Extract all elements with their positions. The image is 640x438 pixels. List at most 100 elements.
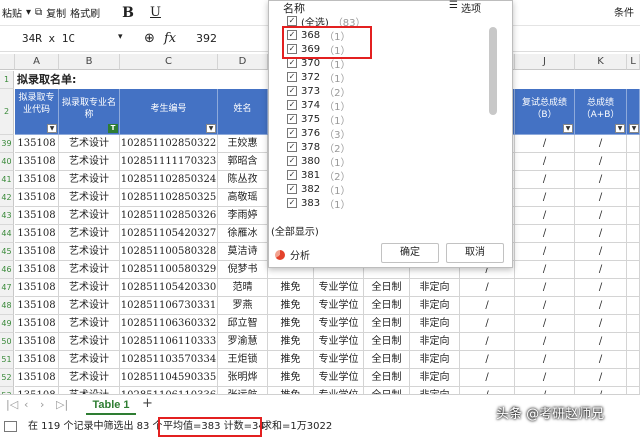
table-cell-j[interactable]: /: [515, 279, 575, 297]
table-cell-k[interactable]: /: [575, 153, 627, 171]
table-cell-h[interactable]: 非定向: [410, 333, 460, 351]
table-cell-k[interactable]: /: [575, 207, 627, 225]
table-cell-e[interactable]: 推免: [268, 351, 314, 369]
table-cell-c[interactable]: 102851100580328: [120, 243, 218, 261]
options-icon[interactable]: ☰: [449, 0, 458, 11]
row-header[interactable]: 39: [0, 135, 14, 153]
table-cell-a[interactable]: 135108: [15, 369, 59, 387]
table-cell-e[interactable]: 推免: [268, 369, 314, 387]
table-cell-k[interactable]: /: [575, 369, 627, 387]
table-cell-b[interactable]: 艺术设计: [59, 333, 120, 351]
col-header-k[interactable]: K: [575, 54, 627, 70]
table-cell-j[interactable]: /: [515, 171, 575, 189]
table-cell-d[interactable]: 倪梦书: [218, 261, 268, 279]
table-cell-b[interactable]: 艺术设计: [59, 225, 120, 243]
checkbox[interactable]: ✓: [287, 142, 297, 152]
table-cell-g[interactable]: 全日制: [364, 333, 410, 351]
checkbox[interactable]: ✓: [287, 16, 297, 26]
table-cell-c[interactable]: 102851100580329: [120, 261, 218, 279]
table-cell-d[interactable]: 邱立智: [218, 315, 268, 333]
table-cell-a[interactable]: 135108: [15, 261, 59, 279]
table-cell-j[interactable]: /: [515, 351, 575, 369]
paste-dropdown-icon[interactable]: ▾: [26, 7, 31, 18]
table-cell-j[interactable]: /: [515, 243, 575, 261]
filter-item[interactable]: ✓ 372 （1）: [287, 70, 350, 85]
table-cell-a[interactable]: 135108: [15, 153, 59, 171]
name-box[interactable]: 34R x 1C: [22, 32, 132, 45]
table-cell-c[interactable]: 102851103570334: [120, 351, 218, 369]
table-cell-a[interactable]: 135108: [15, 189, 59, 207]
filter-dropdown-icon[interactable]: ▼: [629, 124, 639, 133]
table-cell-g[interactable]: 全日制: [364, 315, 410, 333]
table-cell-c[interactable]: 102851106360332: [120, 315, 218, 333]
row-header[interactable]: 44: [0, 225, 14, 243]
filter-dropdown-icon[interactable]: ▼: [206, 124, 216, 133]
table-cell-c[interactable]: 102851111170323: [120, 153, 218, 171]
table-cell-a[interactable]: 135108: [15, 333, 59, 351]
tab-table-1[interactable]: Table 1: [86, 395, 136, 415]
table-cell-l[interactable]: [627, 279, 640, 297]
table-cell-c[interactable]: 102851106110333: [120, 333, 218, 351]
row-header[interactable]: 46: [0, 261, 14, 279]
table-cell-k[interactable]: /: [575, 225, 627, 243]
first-sheet-icon[interactable]: |◁: [6, 398, 18, 411]
table-cell-c[interactable]: 102851102850324: [120, 171, 218, 189]
fx-icon[interactable]: fx: [164, 31, 176, 46]
table-cell-c[interactable]: 102851106730331: [120, 297, 218, 315]
table-cell-i[interactable]: /: [460, 351, 515, 369]
row-header[interactable]: 52: [0, 369, 14, 387]
row-header[interactable]: 51: [0, 351, 14, 369]
paste-button[interactable]: 粘贴: [2, 5, 22, 20]
col-header-c[interactable]: C: [120, 54, 218, 70]
row-header[interactable]: 48: [0, 297, 14, 315]
filter-item[interactable]: ✓ 381 （2）: [287, 168, 350, 183]
table-cell-l[interactable]: [627, 225, 640, 243]
table-cell-l[interactable]: [627, 261, 640, 279]
table-cell-a[interactable]: 135108: [15, 243, 59, 261]
table-cell-h[interactable]: 非定向: [410, 279, 460, 297]
table-cell-k[interactable]: /: [575, 135, 627, 153]
table-cell-a[interactable]: 135108: [15, 225, 59, 243]
last-sheet-icon[interactable]: ▷|: [56, 398, 68, 411]
table-cell-c[interactable]: 102851102850322: [120, 135, 218, 153]
table-cell-d[interactable]: 莫洁诗: [218, 243, 268, 261]
filter-item[interactable]: ✓ 376 （3）: [287, 126, 350, 141]
row-header[interactable]: 40: [0, 153, 14, 171]
table-cell-f[interactable]: 专业学位: [314, 369, 364, 387]
row-header[interactable]: 43: [0, 207, 14, 225]
table-cell-b[interactable]: 艺术设计: [59, 297, 120, 315]
table-cell-l[interactable]: [627, 351, 640, 369]
prev-sheet-icon[interactable]: ‹: [24, 398, 28, 411]
table-cell-j[interactable]: /: [515, 297, 575, 315]
table-cell-i[interactable]: /: [460, 315, 515, 333]
table-cell-l[interactable]: [627, 333, 640, 351]
table-cell-c[interactable]: 102851104590335: [120, 369, 218, 387]
table-cell-j[interactable]: /: [515, 207, 575, 225]
condition-button[interactable]: 条件: [614, 4, 634, 19]
next-sheet-icon[interactable]: ›: [40, 398, 44, 411]
name-box-dropdown-icon[interactable]: ▾: [118, 32, 123, 42]
table-cell-l[interactable]: [627, 171, 640, 189]
table-cell-h[interactable]: 非定向: [410, 315, 460, 333]
underline-button[interactable]: U: [150, 5, 161, 20]
row-header[interactable]: 47: [0, 279, 14, 297]
show-all-label[interactable]: (全部显示): [271, 223, 319, 238]
table-cell-f[interactable]: 专业学位: [314, 351, 364, 369]
table-cell-c[interactable]: 102851102850325: [120, 189, 218, 207]
table-cell-l[interactable]: [627, 207, 640, 225]
table-cell-j[interactable]: /: [515, 261, 575, 279]
table-cell-d[interactable]: 郭昭含: [218, 153, 268, 171]
header-exam-id[interactable]: 考生编号: [120, 89, 218, 135]
bold-button[interactable]: B: [122, 5, 134, 21]
table-cell-g[interactable]: 全日制: [364, 279, 410, 297]
table-cell-k[interactable]: /: [575, 297, 627, 315]
filter-active-icon[interactable]: T: [108, 124, 118, 133]
row-header[interactable]: 45: [0, 243, 14, 261]
analyze-button[interactable]: 分析: [275, 247, 310, 262]
table-cell-k[interactable]: /: [575, 189, 627, 207]
checkbox[interactable]: ✓: [287, 100, 297, 110]
table-cell-j[interactable]: /: [515, 333, 575, 351]
table-cell-d[interactable]: 罗燕: [218, 297, 268, 315]
table-cell-b[interactable]: 艺术设计: [59, 261, 120, 279]
table-cell-g[interactable]: 全日制: [364, 351, 410, 369]
